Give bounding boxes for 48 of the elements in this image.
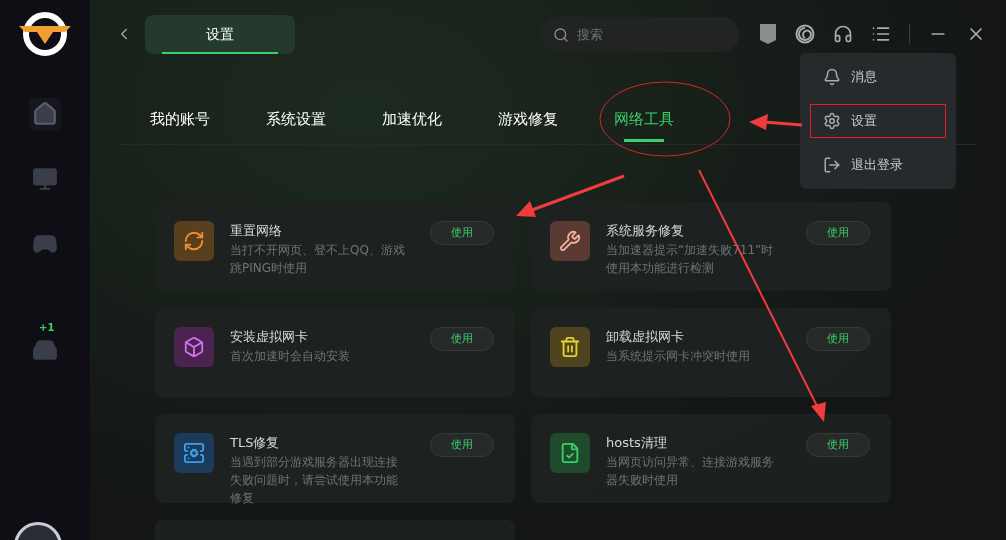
tool-description: 当遇到部分游戏服务器出现连接失败问题时，请尝试使用本功能修复: [230, 454, 399, 507]
home-icon: [32, 101, 58, 127]
use-button[interactable]: 使用: [430, 327, 494, 351]
settings-icon: [823, 112, 841, 130]
page-tab[interactable]: 设置: [145, 14, 295, 54]
inbox-icon: [32, 337, 58, 363]
badge-count: +1: [39, 323, 55, 333]
tool-title: 卸载虚拟网卡: [606, 328, 685, 346]
search-icon: [553, 26, 569, 43]
server-icon: [174, 433, 214, 473]
search-field[interactable]: 搜索: [541, 16, 739, 52]
wrench-icon: [550, 221, 590, 261]
tool-title: 安装虚拟网卡: [230, 328, 309, 346]
sidebar-item[interactable]: +1: [29, 323, 61, 363]
menu-item[interactable]: 退出登录: [810, 148, 946, 182]
settings-tab[interactable]: 游戏修复: [498, 96, 558, 144]
shield-logo-icon[interactable]: [759, 23, 777, 45]
menu-item[interactable]: 消息: [810, 60, 946, 94]
settings-tab[interactable]: 网络工具: [614, 96, 674, 144]
settings-tab[interactable]: 系统设置: [266, 96, 326, 144]
menu-item[interactable]: 设置: [810, 104, 946, 138]
menu-icon[interactable]: [871, 24, 891, 44]
annotation-arrow: [749, 114, 803, 130]
sidebar-item[interactable]: [29, 98, 61, 130]
settings-tab[interactable]: 加速优化: [382, 96, 442, 144]
use-button[interactable]: 使用: [806, 433, 870, 457]
tool-description: 当打不开网页、登不上QQ、游戏跳PING时使用: [230, 242, 406, 277]
tool-description: 当网页访问异常、连接游戏服务器失败时使用: [606, 454, 775, 489]
use-button[interactable]: 使用: [806, 327, 870, 351]
tool-description: 首次加速时会自动安装: [230, 348, 351, 365]
file-icon: [550, 433, 590, 473]
use-button[interactable]: 使用: [430, 221, 494, 245]
settings-tab[interactable]: 我的账号: [150, 96, 210, 144]
tool-description: 当系统提示网卡冲突时使用: [606, 348, 751, 365]
spiral-logo-icon[interactable]: [795, 24, 815, 44]
headset-icon[interactable]: [833, 24, 853, 44]
tool-title: 系统服务修复: [606, 222, 685, 240]
tool-title: hosts清理: [606, 434, 668, 452]
bell-icon: [823, 68, 841, 86]
tool-title: TLS修复: [230, 434, 281, 452]
use-button[interactable]: 使用: [806, 221, 870, 245]
use-button[interactable]: 使用: [430, 433, 494, 457]
cube-icon: [174, 327, 214, 367]
tool-title: 重置网络: [230, 222, 283, 240]
trash-icon: [550, 327, 590, 367]
monitor-icon: [32, 166, 58, 192]
logout-icon: [823, 156, 841, 174]
refresh-icon: [174, 221, 214, 261]
